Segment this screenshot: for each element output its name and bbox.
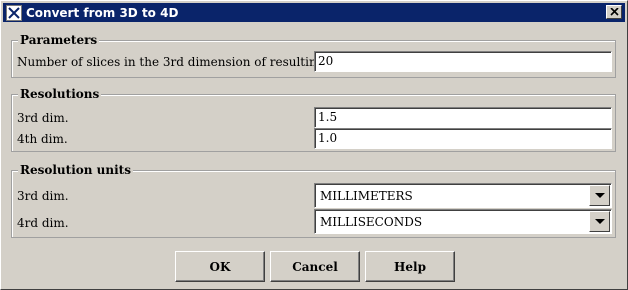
ok-button[interactable]: OK [175,251,265,282]
chevron-down-icon [594,193,605,198]
dialog-window: Convert from 3D to 4D Parameters Number … [0,0,628,290]
unit-4th-dropdown[interactable]: MILLISECONDS [314,209,612,234]
resolution-3rd-field[interactable]: 1.5 [314,107,612,128]
resolutions-group: Resolutions 3rd dim. 1.5 4th dim. 1.0 [11,88,616,152]
unit-4th-value: MILLISECONDS [320,215,423,229]
cancel-button[interactable]: Cancel [270,251,360,282]
help-button[interactable]: Help [365,251,455,282]
chevron-down-icon [594,219,605,224]
parameters-group-title: Parameters [18,33,100,47]
resolution-4th-field[interactable]: 1.0 [314,128,612,149]
unit-3rd-dropdown-button[interactable] [589,185,610,206]
resolution-units-group: Resolution units 3rd dim. MILLIMETERS 4r… [11,164,616,238]
window-title: Convert from 3D to 4D [26,5,179,20]
resolutions-group-title: Resolutions [18,87,102,101]
unit-3rd-dropdown[interactable]: MILLIMETERS [314,183,612,208]
unit-3rd-value: MILLIMETERS [320,189,413,203]
title-bar[interactable]: Convert from 3D to 4D [3,3,625,22]
x-logo-icon [6,4,22,21]
resolution-3rd-label: 3rd dim. [17,111,69,125]
unit-4th-label: 4rd dim. [17,216,69,230]
parameters-group: Parameters Number of slices in the 3rd d… [11,34,616,78]
close-button[interactable] [606,5,622,19]
resolution-units-group-title: Resolution units [18,163,133,177]
unit-3rd-label: 3rd dim. [17,189,69,203]
unit-4th-dropdown-button[interactable] [589,211,610,232]
close-icon [609,8,619,16]
resolution-4th-label: 4th dim. [17,132,68,146]
slices-field[interactable]: 20 [314,51,612,72]
